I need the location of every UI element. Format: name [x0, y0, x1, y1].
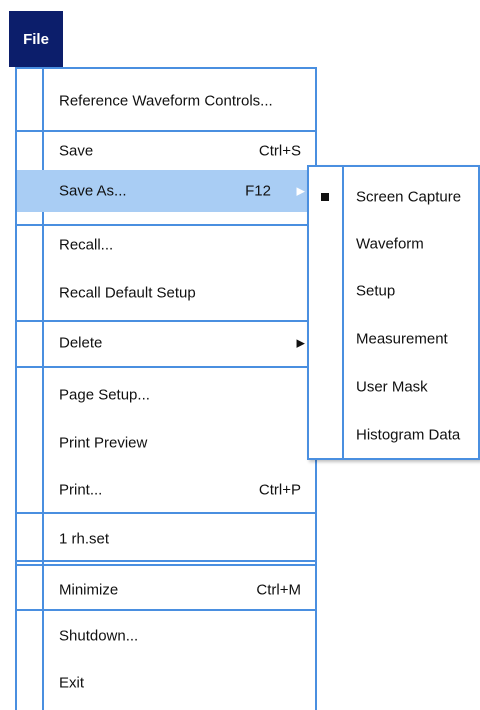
menu-item-label: Print...	[59, 481, 103, 499]
menu-item-label: Reference Waveform Controls...	[59, 92, 273, 110]
menu-item-label: Save	[59, 142, 94, 160]
menu-item-label: Minimize	[59, 581, 119, 599]
menu-item-delete[interactable]: Delete ▶	[17, 322, 315, 364]
submenu-item-setup[interactable]: Setup	[309, 267, 478, 315]
submenu-arrow-icon: ▶	[296, 337, 305, 350]
menu-separator	[17, 560, 315, 562]
file-menu-button[interactable]: File	[9, 11, 63, 67]
menu-item-label: 1 rh.set	[59, 530, 110, 548]
menu-item-recent-file[interactable]: 1 rh.set	[17, 518, 315, 560]
menu-item-label: Save As...	[59, 182, 127, 200]
menu-item-save-as[interactable]: Save As... F12 ▶	[17, 170, 315, 212]
menu-item-save[interactable]: Save Ctrl+S	[17, 130, 315, 172]
menu-item-exit[interactable]: Exit	[17, 662, 315, 704]
selected-square-icon	[321, 193, 329, 201]
submenu-item-label: User Mask	[356, 378, 428, 396]
save-as-submenu: Screen Capture Waveform Setup Measuremen…	[307, 165, 480, 460]
submenu-item-label: Setup	[356, 282, 396, 300]
menu-item-label: Recall...	[59, 236, 114, 254]
menu-separator	[17, 609, 315, 611]
submenu-item-histogram-data[interactable]: Histogram Data	[309, 411, 478, 459]
menu-item-shortcut: Ctrl+P	[258, 481, 301, 499]
menu-item-shortcut: F12	[245, 182, 271, 200]
file-dropdown-menu: Reference Waveform Controls... Save Ctrl…	[15, 67, 317, 710]
submenu-item-label: Screen Capture	[356, 188, 462, 206]
menu-item-shutdown[interactable]: Shutdown...	[17, 615, 315, 657]
menu-item-shortcut: Ctrl+M	[256, 581, 301, 599]
menu-item-print-preview[interactable]: Print Preview	[17, 422, 315, 464]
menu-item-shortcut: Ctrl+S	[258, 142, 301, 160]
submenu-item-measurement[interactable]: Measurement	[309, 315, 478, 363]
menu-separator	[17, 366, 315, 368]
menu-item-label: Page Setup...	[59, 386, 150, 404]
submenu-item-user-mask[interactable]: User Mask	[309, 363, 478, 411]
menu-item-page-setup[interactable]: Page Setup...	[17, 374, 315, 416]
menu-item-label: Delete	[59, 334, 103, 352]
menu-separator	[17, 512, 315, 514]
submenu-arrow-icon: ▶	[296, 185, 305, 198]
menu-item-label: Print Preview	[59, 434, 148, 452]
submenu-item-label: Measurement	[356, 330, 448, 348]
menu-item-recall-default-setup[interactable]: Recall Default Setup	[17, 272, 315, 314]
submenu-item-label: Waveform	[356, 235, 424, 253]
submenu-item-waveform[interactable]: Waveform	[309, 220, 478, 268]
menu-item-label: Shutdown...	[59, 627, 139, 645]
menu-item-print[interactable]: Print... Ctrl+P	[17, 469, 315, 511]
menu-item-recall[interactable]: Recall...	[17, 224, 315, 266]
menu-item-minimize[interactable]: Minimize Ctrl+M	[17, 569, 315, 611]
menu-item-reference-waveform-controls[interactable]: Reference Waveform Controls...	[17, 80, 315, 122]
menu-separator	[17, 564, 315, 566]
menu-item-label: Exit	[59, 674, 85, 692]
submenu-item-label: Histogram Data	[356, 426, 461, 444]
submenu-item-screen-capture[interactable]: Screen Capture	[309, 173, 478, 221]
menu-item-label: Recall Default Setup	[59, 284, 196, 302]
